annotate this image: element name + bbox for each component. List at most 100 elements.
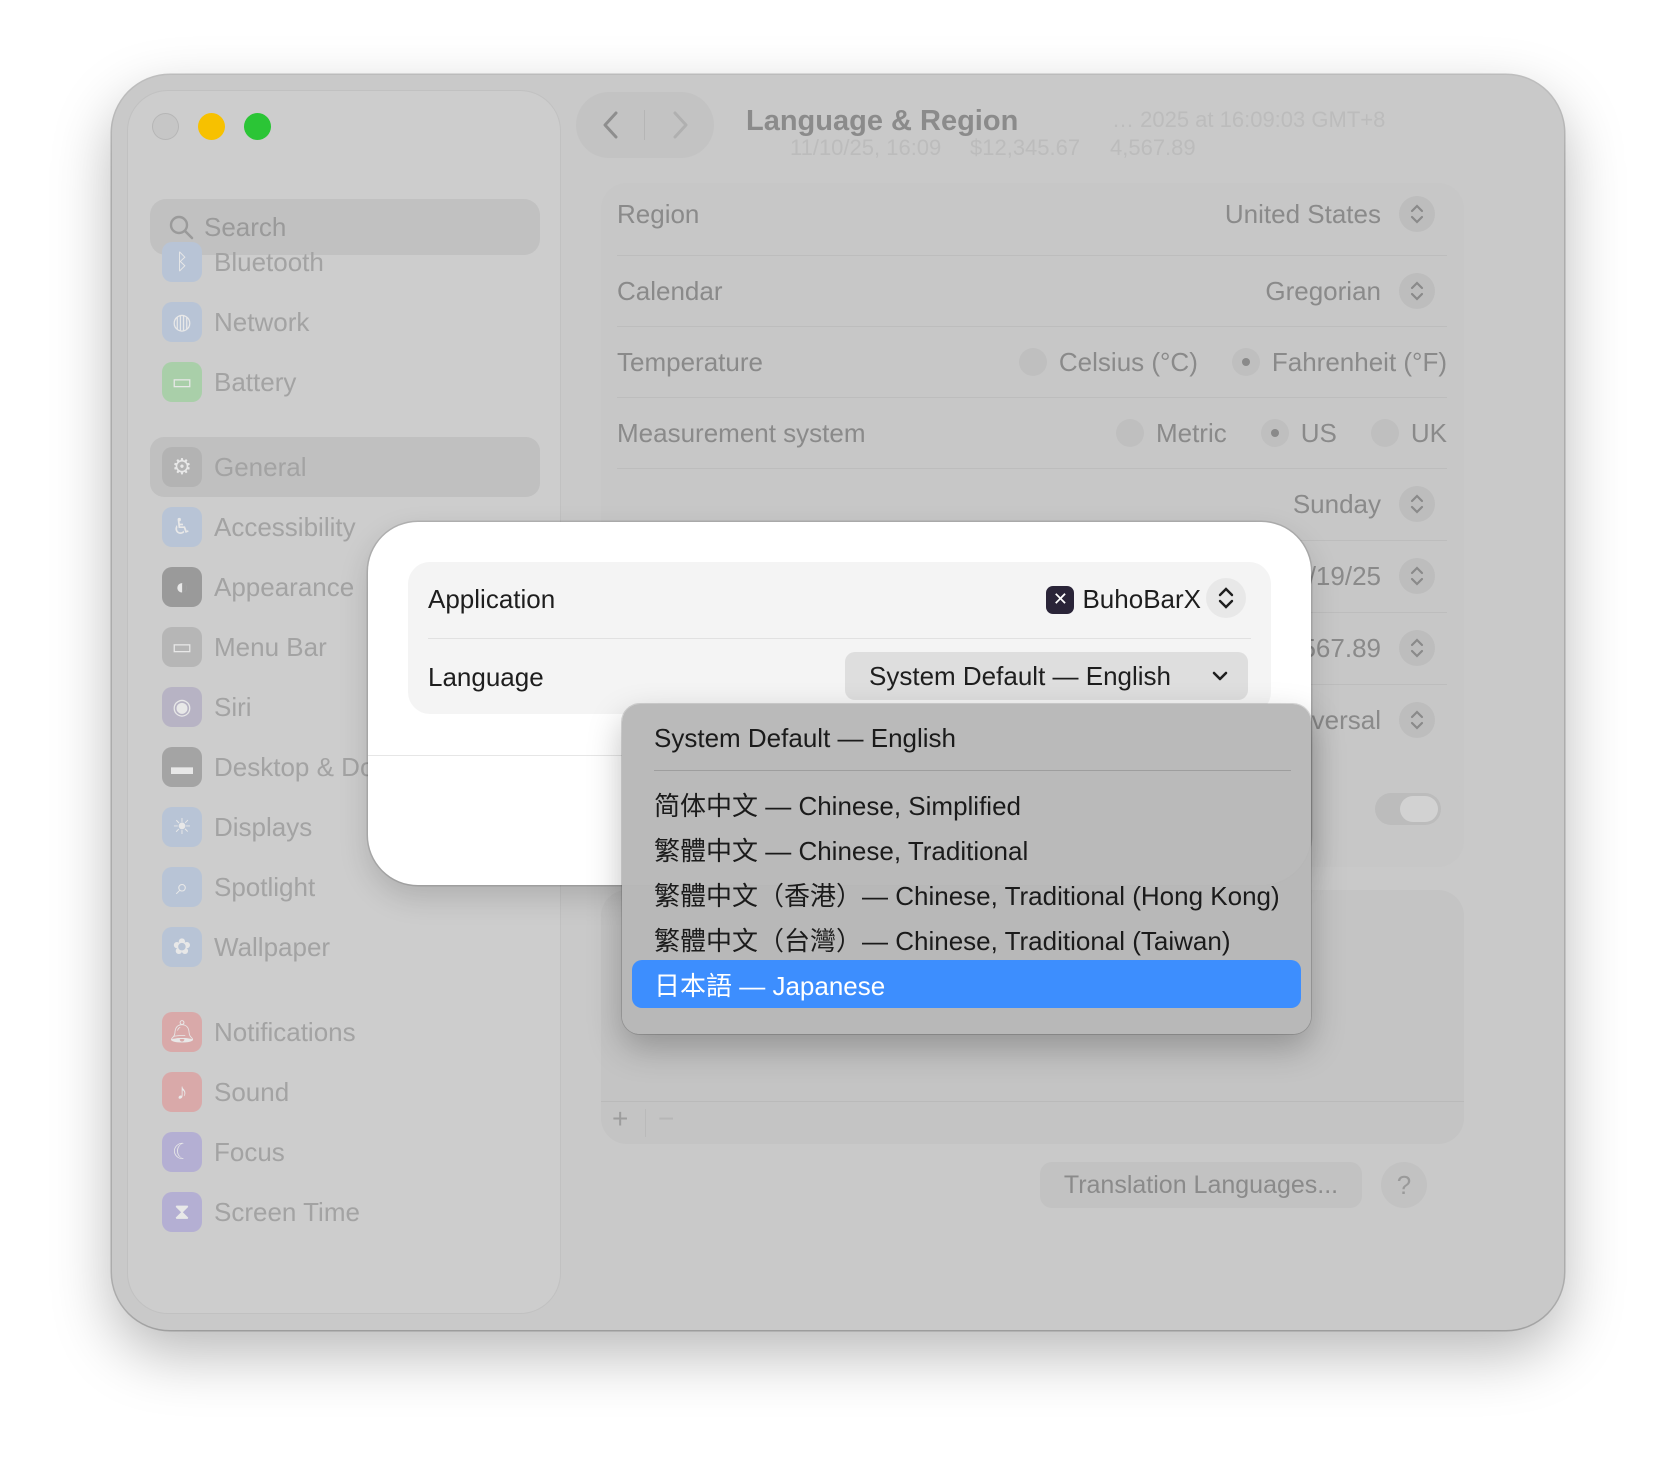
- sidebar-item-label: Menu Bar: [214, 631, 327, 662]
- chevron-left-icon: [603, 111, 617, 139]
- minimize-button[interactable]: [198, 113, 225, 140]
- setting-toggle[interactable]: [1375, 793, 1441, 825]
- sidebar-item-label: Appearance: [214, 571, 355, 602]
- menu-item-system-default[interactable]: System Default — English: [632, 714, 1301, 762]
- calendar-stepper[interactable]: [1399, 273, 1435, 309]
- sidebar-item-label: Bluetooth: [214, 246, 324, 277]
- sidebar-item-notifications[interactable]: 🔔︎ Notifications: [150, 1002, 540, 1062]
- language-label: Language: [428, 662, 544, 692]
- temperature-row: Temperature Celsius (°C) Fahrenheit (°F): [617, 326, 1447, 398]
- first-day-stepper[interactable]: [1399, 486, 1435, 522]
- chevron-down-icon: [1212, 671, 1228, 681]
- uk-radio[interactable]: [1370, 419, 1399, 447]
- back-button[interactable]: [576, 110, 645, 140]
- zoom-button[interactable]: [244, 113, 271, 140]
- dock-icon: ▬: [162, 747, 202, 787]
- battery-icon: ▭: [162, 362, 202, 402]
- measurement-options: Metric US UK: [1082, 418, 1447, 449]
- up-down-chevron-icon: [1410, 494, 1424, 514]
- dialog-divider: [428, 638, 1251, 639]
- region-value: United States: [1224, 198, 1381, 229]
- list-footer: [601, 1101, 1464, 1144]
- application-name: BuhoBarX: [1082, 584, 1201, 614]
- speaker-icon: ♪: [162, 1072, 202, 1112]
- region-stepper[interactable]: [1399, 196, 1435, 232]
- menu-item-chinese-simplified[interactable]: 简体中文 — Chinese, Simplified: [632, 780, 1301, 828]
- appearance-icon: ◐: [162, 567, 202, 607]
- add-button[interactable]: +: [612, 1103, 628, 1135]
- us-label: US: [1300, 417, 1337, 448]
- translation-languages-button[interactable]: Translation Languages...: [1040, 1162, 1362, 1208]
- sidebar-item-network[interactable]: ◍ Network: [150, 292, 540, 352]
- sidebar-item-label: Siri: [214, 691, 252, 722]
- calendar-row[interactable]: Calendar Gregorian: [617, 255, 1447, 327]
- sidebar-item-label: General: [214, 451, 307, 482]
- window-title: Language & Region: [746, 105, 1019, 137]
- siri-icon: ◉: [162, 687, 202, 727]
- menu-item-chinese-traditional[interactable]: 繁體中文 — Chinese, Traditional: [632, 825, 1301, 873]
- close-button[interactable]: [152, 113, 179, 140]
- sidebar-item-label: Notifications: [214, 1016, 356, 1047]
- menu-item-chinese-traditional-tw[interactable]: 繁體中文（台灣）— Chinese, Traditional (Taiwan): [632, 915, 1301, 963]
- region-row[interactable]: Region United States: [617, 178, 1447, 250]
- us-radio[interactable]: [1260, 419, 1289, 447]
- application-stepper[interactable]: [1206, 578, 1246, 618]
- temperature-label: Temperature: [617, 346, 763, 377]
- menu-item-japanese[interactable]: 日本語 — Japanese: [632, 960, 1301, 1008]
- sun-icon: ☀: [162, 807, 202, 847]
- globe-icon: ◍: [162, 302, 202, 342]
- sidebar-item-battery[interactable]: ▭ Battery: [150, 352, 540, 412]
- up-down-chevron-icon: [1218, 587, 1234, 609]
- up-down-chevron-icon: [1410, 566, 1424, 586]
- language-menu: System Default — English 简体中文 — Chinese,…: [622, 704, 1311, 1034]
- preview-datetime: … 2025 at 16:09:03 GMT+8: [1112, 107, 1386, 132]
- sidebar-item-label: Focus: [214, 1136, 285, 1167]
- region-label: Region: [617, 198, 700, 229]
- forward-button[interactable]: [645, 110, 714, 140]
- menu-item-chinese-traditional-hk[interactable]: 繁體中文（香港）— Chinese, Traditional (Hong Kon…: [632, 870, 1301, 918]
- uk-label: UK: [1410, 417, 1447, 448]
- temperature-options: Celsius (°C) Fahrenheit (°F): [985, 347, 1447, 378]
- first-day-value: Sunday: [1292, 488, 1381, 519]
- magnifier-icon: ⌕: [162, 867, 202, 907]
- preview-number: 4,567.89: [1110, 135, 1196, 160]
- date-format-stepper[interactable]: [1399, 558, 1435, 594]
- celsius-radio[interactable]: [1018, 348, 1047, 376]
- buhobarx-app-icon: ✕: [1046, 585, 1075, 614]
- fahrenheit-radio[interactable]: [1231, 348, 1260, 376]
- menu-separator: [654, 770, 1291, 771]
- metric-radio[interactable]: [1115, 419, 1144, 447]
- hourglass-icon: ⧗: [162, 1192, 202, 1232]
- celsius-label: Celsius (°C): [1058, 346, 1198, 377]
- sidebar-item-label: Wallpaper: [214, 931, 331, 962]
- sidebar-item-focus[interactable]: ☾ Focus: [150, 1122, 540, 1182]
- sidebar-item-wallpaper[interactable]: ✿ Wallpaper: [150, 917, 540, 977]
- number-format-stepper[interactable]: [1399, 630, 1435, 666]
- sidebar-item-label: Battery: [214, 366, 297, 397]
- application-value[interactable]: ✕ BuhoBarX: [1046, 584, 1201, 615]
- application-label: Application: [428, 584, 556, 614]
- sidebar-item-screen-time[interactable]: ⧗ Screen Time: [150, 1182, 540, 1242]
- footer-divider: [645, 1109, 646, 1137]
- list-sort-stepper[interactable]: [1399, 702, 1435, 738]
- help-button[interactable]: ?: [1381, 1162, 1427, 1208]
- bell-icon: 🔔︎: [162, 1012, 202, 1052]
- up-down-chevron-icon: [1410, 710, 1424, 730]
- accessibility-icon: ♿: [162, 507, 202, 547]
- sidebar-item-label: Spotlight: [214, 871, 316, 902]
- remove-button[interactable]: −: [658, 1103, 674, 1135]
- gear-icon: ⚙: [162, 447, 202, 487]
- language-popup-button[interactable]: System Default — English: [845, 652, 1248, 700]
- up-down-chevron-icon: [1410, 204, 1424, 224]
- sidebar-item-bluetooth[interactable]: ᛒ Bluetooth: [150, 232, 540, 292]
- sidebar-item-label: Accessibility: [214, 511, 356, 542]
- sidebar-item-label: Network: [214, 306, 310, 337]
- moon-icon: ☾: [162, 1132, 202, 1172]
- sidebar-item-general[interactable]: ⚙ General: [150, 437, 540, 497]
- sidebar-item-sound[interactable]: ♪ Sound: [150, 1062, 540, 1122]
- language-selected-value: System Default — English: [869, 660, 1172, 691]
- bluetooth-icon: ᛒ: [162, 242, 202, 282]
- calendar-value: Gregorian: [1265, 275, 1381, 306]
- sidebar-item-label: Sound: [214, 1076, 290, 1107]
- chevron-right-icon: [673, 111, 687, 139]
